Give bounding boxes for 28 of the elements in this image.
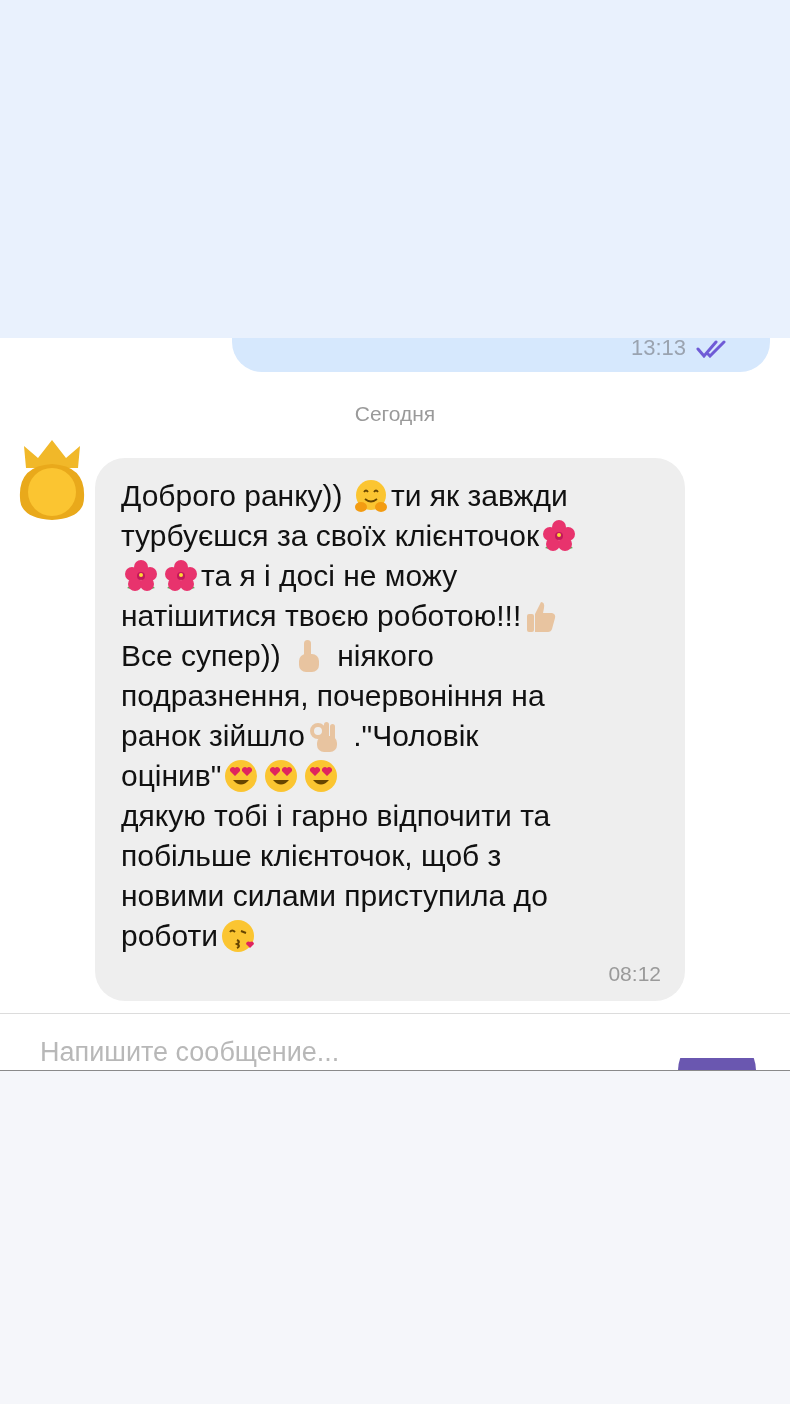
- heart-eyes-face-icon: [223, 757, 260, 794]
- message-text: оцінив": [121, 757, 222, 794]
- hugging-face-icon: [352, 477, 389, 514]
- message-text: ранок зійшло: [121, 717, 305, 754]
- message-text: дякую тобі і гарно відпочити та: [121, 797, 551, 834]
- message-input[interactable]: Напишите сообщение...: [40, 1032, 600, 1070]
- message-text: та я і досі не можу: [201, 557, 458, 594]
- message-time: 13:13: [630, 338, 686, 358]
- message-text: Все супер)): [121, 637, 282, 674]
- message-text: ти як завжди: [390, 477, 568, 514]
- heart-eyes-face-icon: [263, 757, 300, 794]
- message-text: побільше клієнточок, щоб з: [121, 837, 502, 874]
- round-button[interactable]: [678, 1058, 756, 1070]
- date-separator: Сегодня: [354, 401, 436, 427]
- message-text: ."Чоловік: [352, 717, 479, 754]
- message-text: роботи: [121, 917, 219, 954]
- message-text: натішитися твоєю роботою!!!: [121, 597, 522, 634]
- hibiscus-icon: [123, 557, 159, 594]
- message-text: ніякого: [336, 637, 434, 674]
- kissing-face-icon: [220, 917, 257, 954]
- hibiscus-icon: [541, 517, 577, 554]
- hibiscus-icon: [163, 557, 199, 594]
- heart-eyes-face-icon: [303, 757, 340, 794]
- message-text: подразнення, почервоніння на: [121, 677, 545, 714]
- message-time: 08:12: [608, 960, 661, 987]
- message-text: Доброго ранку)): [121, 477, 344, 514]
- message-text: турбуєшся за своїх клієнточок: [121, 517, 539, 554]
- message-text: новими силами приступила до: [121, 877, 548, 914]
